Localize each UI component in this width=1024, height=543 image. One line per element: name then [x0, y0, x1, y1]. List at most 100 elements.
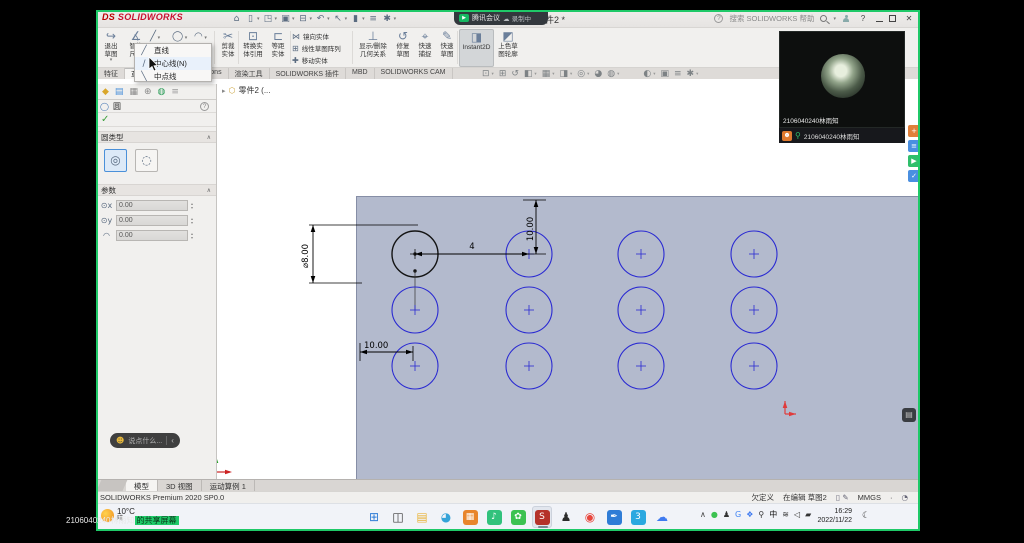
close-button[interactable]: ✕: [902, 14, 916, 23]
section-view-icon-caret[interactable]: ▾: [534, 72, 536, 77]
part-face[interactable]: [356, 196, 920, 479]
cloud-drive-button[interactable]: ☁: [652, 506, 672, 528]
meeting-chat-pill[interactable]: ☻ 说点什么... ‹: [110, 433, 180, 448]
start-button[interactable]: ⊞: [364, 506, 384, 528]
options-icon-caret[interactable]: ▾: [394, 16, 397, 22]
ime-indicator[interactable]: 中: [769, 509, 777, 520]
quick-snaps-button[interactable]: ⌖快速捕捉: [414, 29, 436, 67]
select-icon[interactable]: ↖: [332, 14, 345, 24]
display-style-icon-caret[interactable]: ▾: [570, 72, 572, 77]
search-caret-icon[interactable]: ▾: [833, 16, 836, 22]
meeting-status-pill[interactable]: ▶ 腾讯会议 ☁ 录制中: [454, 10, 548, 25]
edit-appearance-icon[interactable]: ◕: [594, 69, 602, 79]
tray-g-icon[interactable]: G: [735, 510, 741, 519]
rapid-sketch-button[interactable]: ✎快速草图: [436, 29, 458, 67]
view-scene-icon[interactable]: ◍: [607, 69, 615, 79]
app-orange-button[interactable]: ▦: [460, 506, 480, 528]
quick-tip-icon[interactable]: ◔: [901, 493, 908, 502]
zoom-fit-icon-caret[interactable]: ▾: [492, 72, 494, 77]
taskbar-clock[interactable]: 16:29 2022/11/22: [796, 507, 852, 525]
tray-qq-icon[interactable]: ♟: [723, 510, 730, 519]
options-icon[interactable]: ✱: [381, 14, 394, 24]
app-teal-button[interactable]: 3: [628, 506, 648, 528]
restore-button[interactable]: [889, 15, 896, 22]
radius-field[interactable]: 0.00: [116, 230, 188, 241]
open-file-icon[interactable]: ◳: [262, 14, 275, 24]
print-icon[interactable]: ⊟: [297, 14, 310, 24]
hide-show-items-icon-caret[interactable]: ▾: [587, 72, 589, 77]
section-view-icon[interactable]: ◧: [524, 69, 533, 79]
center-y-field[interactable]: 0.00: [116, 215, 188, 226]
repair-sketch-button[interactable]: ↺修复草图: [392, 29, 414, 67]
center-x-field-spinner[interactable]: ▴▾: [191, 202, 193, 210]
dimxpert-tab-icon[interactable]: ⊕: [144, 87, 152, 97]
displaymanager-tab-icon[interactable]: ◍: [158, 87, 166, 97]
tray-expand-button[interactable]: ∧: [700, 510, 706, 519]
wifi-icon[interactable]: ≋: [782, 510, 789, 519]
line-tool-button-caret[interactable]: ▾: [156, 35, 160, 41]
offset-entities-button[interactable]: ⊏等距实体: [266, 29, 290, 67]
view-orientation-icon[interactable]: ▦: [542, 69, 551, 79]
new-file-icon[interactable]: ▯: [244, 14, 257, 24]
task-view-button[interactable]: ◫: [388, 506, 408, 528]
tray-green-icon[interactable]: ●: [711, 510, 718, 519]
print-icon-caret[interactable]: ▾: [310, 16, 313, 22]
perimeter-circle-button[interactable]: ◌: [135, 149, 158, 172]
commandmanager-tab-SOLIDWORKS CAM[interactable]: SOLIDWORKS CAM: [375, 68, 453, 79]
convert-entities-button[interactable]: ⊡转换实体引用: [240, 29, 266, 67]
visualization-icon[interactable]: ◐: [643, 69, 651, 79]
linear-sketch-pattern-button[interactable]: ⊞线性草图阵列: [292, 42, 354, 54]
panel-overflow-icon[interactable]: ≡: [171, 87, 179, 97]
tray-blue-icon[interactable]: ❖: [746, 510, 753, 519]
feature-tree-flyout[interactable]: ▸ ⬡ 零件2 (...: [222, 85, 271, 96]
ok-button[interactable]: ✓: [101, 114, 109, 125]
menu-item-midpoint-line[interactable]: ╲中点线: [135, 70, 211, 83]
save-icon[interactable]: ▣: [279, 14, 292, 24]
meeting-invite-icon[interactable]: +: [908, 125, 920, 137]
list-icon[interactable]: ≡: [674, 69, 682, 79]
radius-field-spinner[interactable]: ▴▾: [191, 232, 193, 240]
app-green-button[interactable]: ✿: [508, 506, 528, 528]
commandmanager-tab-渲染工具[interactable]: 渲染工具: [229, 68, 270, 79]
search-icon[interactable]: [820, 15, 827, 22]
select-icon-caret[interactable]: ▾: [345, 16, 348, 22]
settings-icon-caret[interactable]: ▾: [696, 72, 698, 77]
help-badge-icon[interactable]: ?: [714, 14, 723, 23]
doc-tab-3D 视图[interactable]: 3D 视图: [158, 480, 202, 491]
move-entities-button[interactable]: ✚移动实体: [292, 54, 354, 66]
app-blue-button[interactable]: ✒: [604, 506, 624, 528]
menu-item-line[interactable]: ╱直线: [135, 44, 211, 57]
menu-item-centerline[interactable]: ∕中心线(N): [135, 57, 211, 70]
file-explorer-button[interactable]: ▤: [412, 506, 432, 528]
zoom-fit-icon[interactable]: ⊡: [482, 69, 490, 79]
emoji-icon[interactable]: ☻: [116, 436, 124, 445]
chrome-button[interactable]: ◉: [580, 506, 600, 528]
mirror-entities-button[interactable]: ⋈镜向实体: [292, 30, 354, 42]
dimension-diameter[interactable]: ⌀8.00: [301, 244, 311, 268]
commandmanager-tab-特征[interactable]: 特征: [98, 68, 125, 79]
mic-icon[interactable]: ⚲: [758, 510, 764, 519]
rebuild-icon[interactable]: ▮: [349, 14, 362, 24]
qq-button[interactable]: ♟: [556, 506, 576, 528]
configuration-tab-icon[interactable]: ▦: [129, 87, 138, 97]
featuremanager-tab-icon[interactable]: ▤: [115, 87, 124, 97]
propertymanager-tab-icon[interactable]: ◆: [102, 87, 109, 97]
expand-arrow-icon[interactable]: ▸: [222, 87, 226, 95]
unit-caret[interactable]: ·: [890, 493, 893, 502]
collapse-chevron-icon[interactable]: ‹: [171, 436, 174, 445]
frame-icon[interactable]: ▣: [660, 69, 669, 79]
open-file-icon-caret[interactable]: ▾: [275, 16, 278, 22]
visualization-icon-caret[interactable]: ▾: [653, 72, 655, 77]
meeting-share-icon[interactable]: ▶: [908, 155, 920, 167]
chat-placeholder[interactable]: 说点什么...: [128, 436, 162, 446]
unit-system[interactable]: MMGS: [858, 493, 881, 502]
edge-button[interactable]: ◕: [436, 506, 456, 528]
center-x-field[interactable]: 0.00: [116, 200, 188, 211]
exit-sketch-button[interactable]: ↪退出草图▾: [98, 29, 124, 67]
doc-tab-模型[interactable]: 模型: [126, 480, 158, 491]
display-style-icon[interactable]: ◨: [559, 69, 568, 79]
display-delete-relations-button[interactable]: ⊥显示/删除几何关系: [354, 29, 392, 67]
meeting-chat-icon[interactable]: ✓: [908, 170, 920, 182]
rebuild-icon-caret[interactable]: ▾: [362, 16, 365, 22]
new-file-icon-caret[interactable]: ▾: [257, 16, 260, 22]
